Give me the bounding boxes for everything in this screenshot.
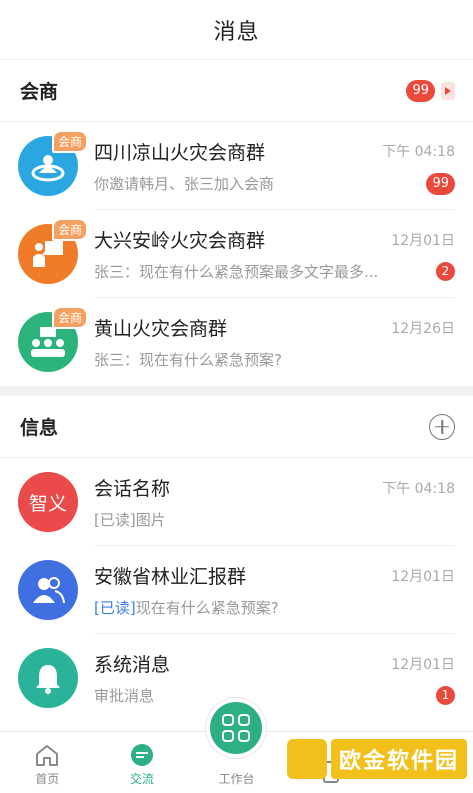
watermark-text: 欧金软件园 — [330, 739, 467, 779]
unread-badge: 1 — [436, 686, 455, 705]
merchant-tag: 会商 — [51, 218, 88, 241]
grid-icon — [222, 714, 251, 742]
merchant-unread-badge: 99 — [406, 79, 435, 102]
info-section-header: 信息 — [0, 396, 473, 458]
tab-chat[interactable]: 交流 — [95, 732, 190, 793]
chat-time: 12月26日 — [391, 320, 455, 337]
chat-time: 下午 04:18 — [382, 144, 455, 160]
chat-name: 四川凉山火灾会商群 — [94, 141, 266, 164]
read-tag: [已读] — [94, 599, 136, 617]
list-item[interactable]: 会商 黄山火灾会商群 12月26日 张三：现在有什么紧急预案? — [0, 298, 473, 386]
avatar: 会商 — [18, 306, 88, 372]
merchant-tag: 会商 — [51, 306, 88, 329]
list-item[interactable]: 会商 四川凉山火灾会商群 下午 04:18 你邀请韩月、张三加入会商 99 — [0, 122, 473, 210]
watermark: 欧金软件园 — [286, 739, 467, 779]
avatar-text: 智义 — [28, 492, 67, 515]
chat-preview: 张三：现在有什么紧急预案最多文字最多... — [94, 263, 379, 281]
chat-preview: 张三：现在有什么紧急预案? — [94, 351, 282, 369]
chat-time: 12月01日 — [391, 568, 455, 585]
bell-icon — [36, 665, 60, 694]
chat-time: 12月01日 — [391, 656, 455, 673]
chat-name: 系统消息 — [94, 654, 171, 676]
group-users-icon — [33, 577, 65, 604]
list-item[interactable]: 会商 大兴安岭火灾会商群 12月01日 张三：现在有什么紧急预案最多文字最多..… — [0, 210, 473, 298]
chat-name: 大兴安岭火灾会商群 — [94, 230, 266, 252]
tab-label: 工作台 — [218, 772, 255, 786]
chat-time: 下午 04:18 — [382, 480, 455, 497]
chat-preview: [已读]现在有什么紧急预案? — [94, 597, 279, 618]
avatar — [18, 560, 78, 620]
preview-text: 现在有什么紧急预案? — [135, 599, 279, 617]
chat-icon — [130, 744, 153, 766]
avatar — [18, 648, 78, 708]
home-icon — [36, 745, 59, 766]
chat-time: 12月01日 — [391, 232, 455, 249]
chat-name: 安徽省林业汇报群 — [94, 566, 247, 588]
chat-preview: [已读]图片 — [94, 509, 166, 530]
preview-text: 图片 — [135, 511, 166, 529]
add-icon[interactable] — [429, 413, 455, 440]
tab-label: 交流 — [129, 772, 154, 786]
chat-name: 黄山火灾会商群 — [94, 318, 228, 340]
page-title: 消息 — [213, 19, 260, 45]
watermark-logo-icon — [286, 739, 327, 779]
merchant-section-label: 会商 — [20, 81, 59, 103]
avatar: 会商 — [18, 218, 88, 284]
merchant-tag: 会商 — [51, 130, 88, 153]
read-tag: [已读] — [94, 511, 136, 529]
list-item[interactable]: 智义 会话名称 下午 04:18 [已读]图片 — [0, 458, 473, 546]
chat-preview: 你邀请韩月、张三加入会商 — [94, 175, 275, 193]
app-header: 消息 — [0, 0, 473, 60]
chat-name: 会话名称 — [94, 478, 171, 500]
chevron-right-icon[interactable] — [441, 81, 455, 100]
tab-label: 首页 — [35, 772, 60, 786]
tab-workbench[interactable]: 工作台 — [189, 698, 284, 793]
chat-preview: 审批消息 — [94, 687, 155, 705]
info-section-label: 信息 — [20, 417, 59, 439]
avatar: 会商 — [18, 130, 88, 196]
tab-home[interactable]: 首页 — [0, 732, 95, 793]
merchant-section-header[interactable]: 会商 99 — [0, 60, 473, 122]
list-item[interactable]: 安徽省林业汇报群 12月01日 [已读]现在有什么紧急预案? — [0, 546, 473, 634]
unread-badge: 99 — [426, 172, 455, 195]
workbench-button[interactable] — [206, 698, 267, 758]
unread-badge: 2 — [436, 262, 455, 281]
avatar: 智义 — [18, 472, 78, 532]
